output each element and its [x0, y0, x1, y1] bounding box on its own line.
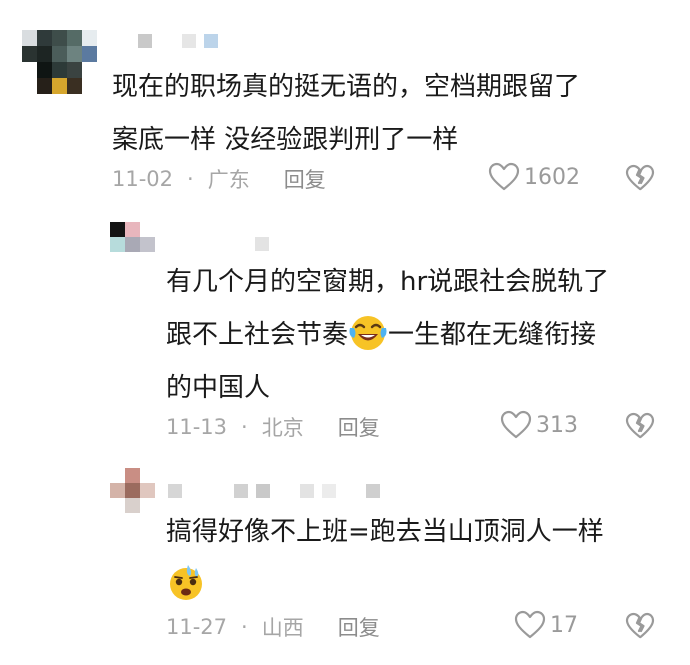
avatar[interactable] [110, 222, 155, 252]
reply-button[interactable]: 回复 [338, 612, 380, 642]
like-button[interactable]: 1602 [488, 162, 580, 192]
like-count: 1602 [524, 164, 580, 190]
comment-date: 11-27 [166, 615, 228, 639]
separator-dot: · [187, 167, 194, 191]
sweating-emoji [170, 565, 202, 600]
heart-outline-icon [488, 162, 520, 191]
broken-heart-icon[interactable] [625, 412, 655, 440]
reply-button[interactable]: 回复 [284, 164, 326, 194]
like-count: 17 [550, 612, 578, 638]
username-blurred[interactable] [255, 237, 269, 251]
reply-text-line [166, 559, 604, 612]
heart-outline-icon [514, 610, 546, 639]
comment-date: 11-02 [112, 167, 174, 191]
like-button[interactable]: 313 [500, 410, 578, 440]
reply-text-line: 跟不上社会节奏 一生都在无缝衔接 [166, 309, 609, 362]
reply-button[interactable]: 回复 [338, 412, 380, 442]
avatar[interactable] [22, 30, 97, 94]
comment-meta: 11-13 · 北京 回复 [166, 412, 380, 442]
comment-location: 山西 [261, 616, 304, 640]
reply-text-line: 有几个月的空窗期，hr说跟社会脱轨了 [166, 267, 610, 297]
reply-text: 搞得好像不上班=跑去当山顶洞人一样 [166, 506, 604, 612]
broken-heart-icon[interactable] [625, 164, 655, 192]
comment-text-line: 现在的职场真的挺无语的，空档期跟留了 [112, 72, 581, 102]
separator-dot: · [241, 415, 248, 439]
reply-text-line: 搞得好像不上班=跑去当山顶洞人一样 [166, 517, 604, 547]
comment-location: 北京 [261, 416, 304, 440]
avatar[interactable] [110, 468, 155, 513]
reply-text: 有几个月的空窗期，hr说跟社会脱轨了 跟不上社会节奏 一生都在无缝衔接 的中国人 [166, 256, 609, 415]
username-blurred[interactable] [168, 484, 380, 498]
like-count: 313 [536, 412, 578, 438]
comment-location: 广东 [207, 168, 250, 192]
reply-text-segment: 一生都在无缝衔接 [388, 320, 597, 350]
reply-text-line: 的中国人 [166, 373, 271, 403]
username-blurred[interactable] [138, 34, 218, 48]
comment-date: 11-13 [166, 415, 228, 439]
comment-meta: 11-27 · 山西 回复 [166, 612, 380, 642]
heart-outline-icon [500, 410, 532, 439]
crying-laughing-emoji [349, 316, 387, 350]
broken-heart-icon[interactable] [625, 612, 655, 640]
comment-text: 现在的职场真的挺无语的，空档期跟留了 案底一样 没经验跟判刑了一样 [112, 61, 580, 167]
separator-dot: · [241, 615, 248, 639]
reply-text-segment: 跟不上社会节奏 [166, 320, 349, 350]
comment-meta: 11-02 · 广东 回复 [112, 164, 326, 194]
like-button[interactable]: 17 [514, 610, 578, 640]
comment-text-line: 案底一样 没经验跟判刑了一样 [112, 125, 459, 155]
